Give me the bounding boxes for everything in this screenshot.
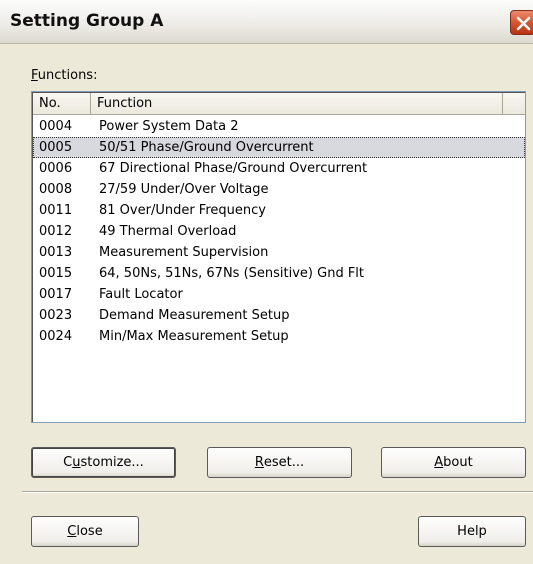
table-row[interactable]: 0011 81 Over/Under Frequency [33, 200, 525, 221]
functions-label: Functions: [31, 68, 98, 83]
cell-function: 50/51 Phase/Ground Overcurrent [99, 140, 314, 155]
cell-function: 67 Directional Phase/Ground Overcurrent [99, 161, 368, 176]
cell-no: 0008 [39, 182, 73, 197]
reset-button[interactable]: Reset... [207, 447, 352, 478]
cell-no: 0011 [39, 203, 73, 218]
separator [22, 491, 533, 493]
table-row[interactable]: 0005 50/51 Phase/Ground Overcurrent [33, 137, 525, 158]
table-row[interactable]: 0015 64, 50Ns, 51Ns, 67Ns (Sensitive) Gnd… [33, 263, 525, 284]
setting-group-dialog: Setting Group A Functions: No. Function … [0, 0, 533, 564]
table-row[interactable]: 0008 27/59 Under/Over Voltage [33, 179, 525, 200]
list-header: No. Function [33, 93, 525, 115]
cell-function: 27/59 Under/Over Voltage [99, 182, 269, 197]
table-row[interactable]: 0024 Min/Max Measurement Setup [33, 326, 525, 347]
table-row[interactable]: 0017 Fault Locator [33, 284, 525, 305]
title-bar[interactable]: Setting Group A [0, 0, 533, 44]
column-header-no[interactable]: No. [33, 93, 91, 114]
table-row[interactable]: 0013 Measurement Supervision [33, 242, 525, 263]
cell-no: 0015 [39, 266, 73, 281]
table-row[interactable]: 0004 Power System Data 2 [33, 116, 525, 137]
cell-function: Measurement Supervision [99, 245, 269, 260]
list-rows: 0004 Power System Data 2 0005 50/51 Phase/G… [33, 116, 525, 347]
cell-function: 81 Over/Under Frequency [99, 203, 266, 218]
about-button[interactable]: About [381, 447, 526, 478]
cell-function: 49 Thermal Overload [99, 224, 237, 239]
table-row[interactable]: 0012 49 Thermal Overload [33, 221, 525, 242]
window-close-button[interactable] [510, 10, 533, 35]
cell-no: 0013 [39, 245, 73, 260]
cell-function: 64, 50Ns, 51Ns, 67Ns (Sensitive) Gnd Flt [99, 266, 365, 281]
functions-list[interactable]: No. Function 0004 Power System Data 2 0005… [31, 91, 526, 423]
cell-no: 0005 [39, 140, 73, 155]
cell-function: Demand Measurement Setup [99, 308, 290, 323]
table-row[interactable]: 0006 67 Directional Phase/Ground Overcurr… [33, 158, 525, 179]
cell-function: Power System Data 2 [99, 119, 239, 134]
table-row[interactable]: 0023 Demand Measurement Setup [33, 305, 525, 326]
cell-no: 0006 [39, 161, 73, 176]
close-button[interactable]: Close [31, 516, 139, 547]
cell-function: Fault Locator [99, 287, 183, 302]
cell-no: 0012 [39, 224, 73, 239]
cell-no: 0024 [39, 329, 73, 344]
cell-no: 0023 [39, 308, 73, 323]
customize-button[interactable]: Cu stomize... [31, 447, 176, 478]
cell-no: 0017 [39, 287, 73, 302]
help-button[interactable]: Help [418, 516, 526, 547]
column-header-filler [503, 93, 525, 114]
window-title: Setting Group A [10, 11, 164, 31]
close-x-icon [516, 16, 531, 31]
cell-function: Min/Max Measurement Setup [99, 329, 289, 344]
column-header-function[interactable]: Function [91, 93, 503, 114]
cell-no: 0004 [39, 119, 73, 134]
